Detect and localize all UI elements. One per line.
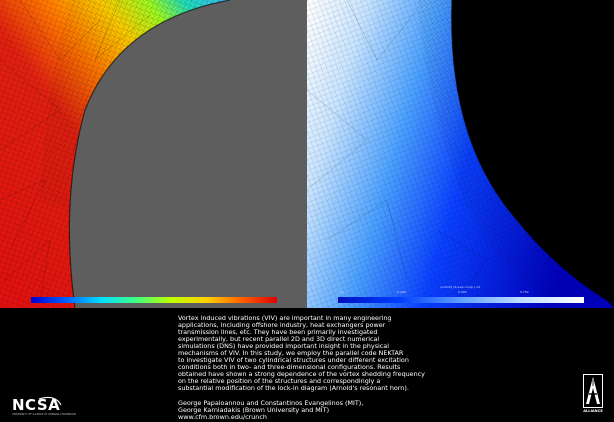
left-visualization-panel — [0, 0, 307, 308]
description-paragraph: Vortex induced vibrations (VIV) are impo… — [178, 314, 425, 393]
right-colorbar — [338, 297, 584, 303]
right-visualization-panel — [307, 0, 614, 308]
right-colorbar-ticks: -0.8 -0.400 0.000 0.750 — [338, 290, 584, 296]
alliance-label: ALLIANCE — [583, 409, 603, 413]
ncsa-subtitle: UNIVERSITY OF ILLINOIS AT URBANA-CHAMPAI… — [12, 413, 76, 416]
ncsa-logo: NCSA UNIVERSITY OF ILLINOIS AT URBANA-CH… — [9, 396, 76, 418]
colorbar-tick: -0.400 — [396, 290, 406, 294]
left-colorbar — [31, 297, 277, 303]
description-block: Vortex induced vibrations (VIV) are impo… — [178, 314, 440, 421]
colorbar-tick: 0.750 — [520, 290, 529, 294]
left-mesh-svg — [0, 0, 231, 308]
colorbar-tick: -0.8 — [338, 290, 344, 294]
authors-credit: George Papaioannou and Constantinos Evan… — [178, 398, 364, 421]
right-colorbar-title: vorticity (Z-axis comp.) rot — [440, 285, 481, 289]
colorbar-tick: 0.000 — [458, 290, 467, 294]
alliance-emblem-icon — [583, 374, 603, 408]
right-mesh-svg — [307, 0, 614, 308]
alliance-logo: ALLIANCE — [583, 374, 603, 416]
